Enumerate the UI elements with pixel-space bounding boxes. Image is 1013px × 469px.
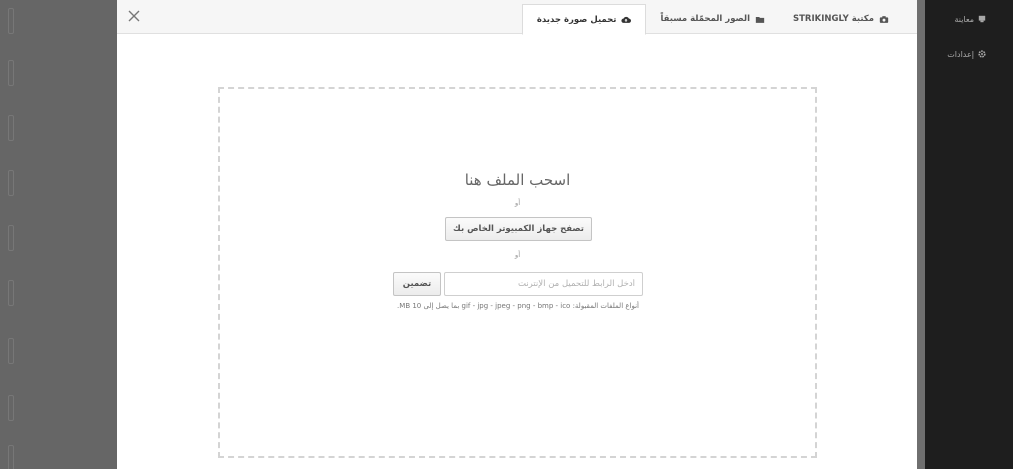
sidebar-settings-label: إعدادات	[947, 49, 974, 59]
close-button[interactable]	[126, 8, 142, 24]
editor-sidebar: معاينة إعدادات	[925, 0, 1013, 469]
gear-icon	[978, 50, 986, 58]
sidebar-item-preview[interactable]: معاينة	[954, 13, 986, 25]
tab-upload-new[interactable]: تحميل صورة جديدة	[521, 4, 647, 35]
tab-uploaded-images[interactable]: الصور المحمّلة مسبقاً	[646, 4, 779, 34]
sidebar-item-settings[interactable]: إعدادات	[947, 48, 986, 60]
editor-background-left	[0, 0, 117, 469]
editor-background-right	[917, 0, 925, 469]
tab-strikingly-library[interactable]: مكتبة STRIKINGLY	[779, 4, 903, 34]
or-separator-2: أو	[514, 251, 521, 259]
upload-tabs: تحميل صورة جديدة الصور المحمّلة مسبقاً م…	[521, 4, 903, 35]
modal-header: تحميل صورة جديدة الصور المحمّلة مسبقاً م…	[117, 0, 917, 35]
embed-button[interactable]: تضمين	[393, 272, 441, 296]
close-icon	[128, 10, 140, 22]
file-dropzone[interactable]: اسحب الملف هنا أو تصفح جهاز الكمبيوتر ال…	[218, 87, 817, 458]
preview-icon	[978, 15, 986, 23]
tab-upload-new-label: تحميل صورة جديدة	[536, 14, 617, 25]
or-separator-1: أو	[514, 199, 521, 207]
image-url-input[interactable]	[444, 272, 643, 296]
tab-uploaded-images-label: الصور المحمّلة مسبقاً	[660, 14, 751, 24]
image-upload-modal: تحميل صورة جديدة الصور المحمّلة مسبقاً م…	[117, 0, 917, 469]
browse-computer-button[interactable]: تصفح جهاز الكمبيوتر الخاص بك	[445, 217, 592, 241]
folder-icon	[755, 16, 765, 23]
camera-icon	[879, 15, 889, 23]
accepted-file-types: أنواع الملفات المقبولة: gif - jpg - jpeg…	[397, 302, 639, 310]
sidebar-preview-label: معاينة	[954, 14, 974, 24]
drop-title: اسحب الملف هنا	[464, 171, 571, 189]
tab-strikingly-library-label: مكتبة STRIKINGLY	[793, 14, 874, 24]
cloud-upload-icon	[621, 16, 632, 23]
